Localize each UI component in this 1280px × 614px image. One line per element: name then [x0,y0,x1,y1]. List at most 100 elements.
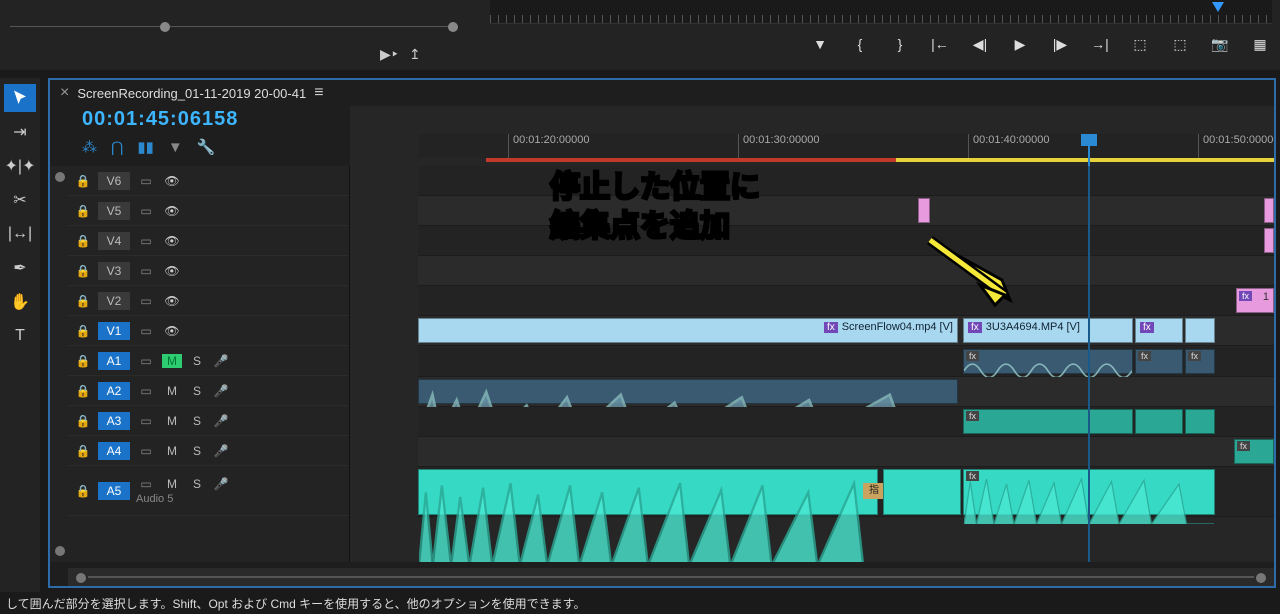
solo-button[interactable]: S [188,354,206,368]
mic-icon[interactable]: 🎤 [212,354,230,368]
solo-button[interactable]: S [188,414,206,428]
track-row-a3[interactable]: fx [418,407,1274,437]
lock-icon[interactable]: 🔒 [74,384,92,398]
mic-icon[interactable]: 🎤 [212,414,230,428]
audio-clip[interactable]: fx [1234,439,1274,464]
track-target[interactable]: A1 [98,352,130,370]
ripple-tool[interactable]: ✦|✦ [4,152,36,180]
lock-icon[interactable]: 🔒 [74,484,92,498]
timeline-area[interactable]: 00:01:20:00000 00:01:30:00000 00:01:40:0… [350,106,1274,562]
track-header-v5[interactable]: 🔒V5▭👁 [68,196,349,226]
mic-icon[interactable]: 🎤 [212,384,230,398]
mute-button[interactable]: M [162,444,182,458]
track-target[interactable]: V2 [98,292,130,310]
lift-icon[interactable]: ⬚ [1130,34,1150,54]
extract-icon[interactable]: ⬚ [1170,34,1190,54]
track-target[interactable]: V3 [98,262,130,280]
track-header-a1[interactable]: 🔒A1▭MS🎤 [68,346,349,376]
eye-icon[interactable]: 👁 [162,324,182,338]
video-clip[interactable]: fxScreenFlow04.mp4 [V] [418,318,958,343]
track-row-v1[interactable]: fxScreenFlow04.mp4 [V] fx3U3A4694.MP4 [V… [418,316,1274,346]
track-target[interactable]: A5 [98,482,130,500]
track-target[interactable]: V4 [98,232,130,250]
track-row-v3[interactable] [418,256,1274,286]
time-ruler[interactable]: 00:01:20:00000 00:01:30:00000 00:01:40:0… [418,134,1274,158]
sync-lock-icon[interactable]: ▭ [136,354,156,368]
in-point-icon[interactable]: { [850,34,870,54]
lock-icon[interactable]: 🔒 [74,354,92,368]
audio-clip[interactable] [1135,409,1183,434]
mute-button[interactable]: M [162,477,182,491]
horizontal-scrollbar[interactable] [68,568,1274,586]
audio-clip[interactable]: fx [1185,349,1215,374]
video-clip[interactable]: fx [1135,318,1183,343]
solo-button[interactable]: S [188,477,206,491]
mute-button[interactable]: M [162,384,182,398]
track-row-a1[interactable]: fx fx fx [418,347,1274,377]
step-fwd-icon[interactable]: |▶ [1050,34,1070,54]
out-point-icon[interactable]: } [890,34,910,54]
track-header-a5[interactable]: 🔒A5▭MS🎤Audio 5 [68,466,349,516]
close-icon[interactable]: × [60,84,69,102]
lock-icon[interactable]: 🔒 [74,174,92,188]
solo-button[interactable]: S [188,444,206,458]
play-insert-icon[interactable]: ▶‣ [380,46,399,63]
audio-clip[interactable] [1185,409,1215,434]
audio-clip[interactable]: fx [963,409,1133,434]
sync-lock-icon[interactable]: ▭ [136,234,156,248]
track-select-tool[interactable]: ⇥ [4,118,36,146]
track-header-v1[interactable]: 🔒V1▭👁 [68,316,349,346]
video-clip[interactable]: fx1 [1236,288,1274,313]
audio-clip[interactable]: fx [1135,349,1183,374]
settings-icon[interactable]: ▦ [1250,34,1270,54]
tracks-body[interactable]: fx1 fxScreenFlow04.mp4 [V] fx3U3A4694.MP… [418,166,1274,562]
sync-lock-icon[interactable]: ▭ [136,294,156,308]
vertical-scrollbar[interactable] [50,166,68,562]
audio-clip[interactable] [418,379,958,404]
eye-icon[interactable]: 👁 [162,204,182,218]
lock-icon[interactable]: 🔒 [74,264,92,278]
track-row-a5[interactable]: 指 fx [418,467,1274,517]
source-scroll[interactable] [0,18,468,36]
camera-icon[interactable]: 📷 [1210,34,1230,54]
sync-lock-icon[interactable]: ▭ [136,384,156,398]
slip-tool[interactable]: |↔| [4,220,36,248]
audio-clip[interactable]: fx [963,349,1133,374]
track-target[interactable]: V6 [98,172,130,190]
sequence-name[interactable]: ScreenRecording_01-11-2019 20-00-41 [77,86,306,101]
go-out-icon[interactable]: →| [1090,34,1110,54]
program-ruler[interactable] [490,0,1272,24]
marker-icon[interactable]: ▼ [810,34,830,54]
lock-icon[interactable]: 🔒 [74,444,92,458]
wrench-icon[interactable]: 🔧 [197,138,216,156]
video-clip[interactable]: fx3U3A4694.MP4 [V] [963,318,1133,343]
sync-lock-icon[interactable]: ▭ [136,204,156,218]
track-header-v6[interactable]: 🔒V6▭👁 [68,166,349,196]
video-clip[interactable] [1264,228,1274,253]
export-icon[interactable]: ↥ [409,46,421,63]
sync-lock-icon[interactable]: ▭ [136,444,156,458]
go-in-icon[interactable]: |← [930,34,950,54]
track-target[interactable]: A2 [98,382,130,400]
track-target[interactable]: V5 [98,202,130,220]
track-row-v2[interactable]: fx1 [418,286,1274,316]
track-row-v6[interactable] [418,166,1274,196]
track-target[interactable]: A3 [98,412,130,430]
video-clip[interactable] [1185,318,1215,343]
audio-clip[interactable] [418,469,878,515]
track-header-a2[interactable]: 🔒 A2 ▭ MS 🎤 [68,376,349,406]
track-header-v3[interactable]: 🔒V3▭👁 [68,256,349,286]
lock-icon[interactable]: 🔒 [74,234,92,248]
sync-lock-icon[interactable]: ▭ [136,324,156,338]
sync-lock-icon[interactable]: ▭ [136,414,156,428]
sync-lock-icon[interactable]: ▭ [136,477,156,491]
eye-icon[interactable]: 👁 [162,234,182,248]
track-row-a2[interactable] [418,377,1274,407]
track-target[interactable]: V1 [98,322,130,340]
hand-tool[interactable]: ✋ [4,288,36,316]
linked-sel-icon[interactable]: ▮▮ [137,138,154,156]
eye-icon[interactable]: 👁 [162,174,182,188]
snap-icon[interactable]: ⋂ [111,138,123,156]
track-row-v5[interactable] [418,196,1274,226]
solo-button[interactable]: S [188,384,206,398]
